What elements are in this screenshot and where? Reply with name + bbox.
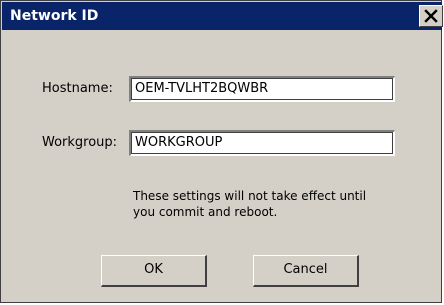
settings-note-line-2: you commit and reboot.: [133, 205, 278, 219]
ok-button[interactable]: OK: [101, 255, 207, 287]
close-button[interactable]: [419, 5, 443, 27]
dialog-title: Network ID: [10, 8, 99, 24]
cancel-button[interactable]: Cancel: [253, 255, 359, 287]
workgroup-field[interactable]: WORKGROUP: [129, 130, 395, 156]
title-bar[interactable]: Network ID: [2, 2, 443, 30]
network-id-dialog: Network ID Hostname: OEM-TVLHT2BQWBR Wor…: [0, 0, 443, 303]
settings-note-line-1: These settings will not take effect unti…: [133, 189, 367, 203]
hostname-label: Hostname:: [42, 81, 113, 96]
workgroup-label: Workgroup:: [42, 135, 118, 150]
close-icon: [424, 9, 438, 23]
settings-note: These settings will not take effect unti…: [133, 188, 423, 220]
hostname-field[interactable]: OEM-TVLHT2BQWBR: [129, 76, 395, 102]
